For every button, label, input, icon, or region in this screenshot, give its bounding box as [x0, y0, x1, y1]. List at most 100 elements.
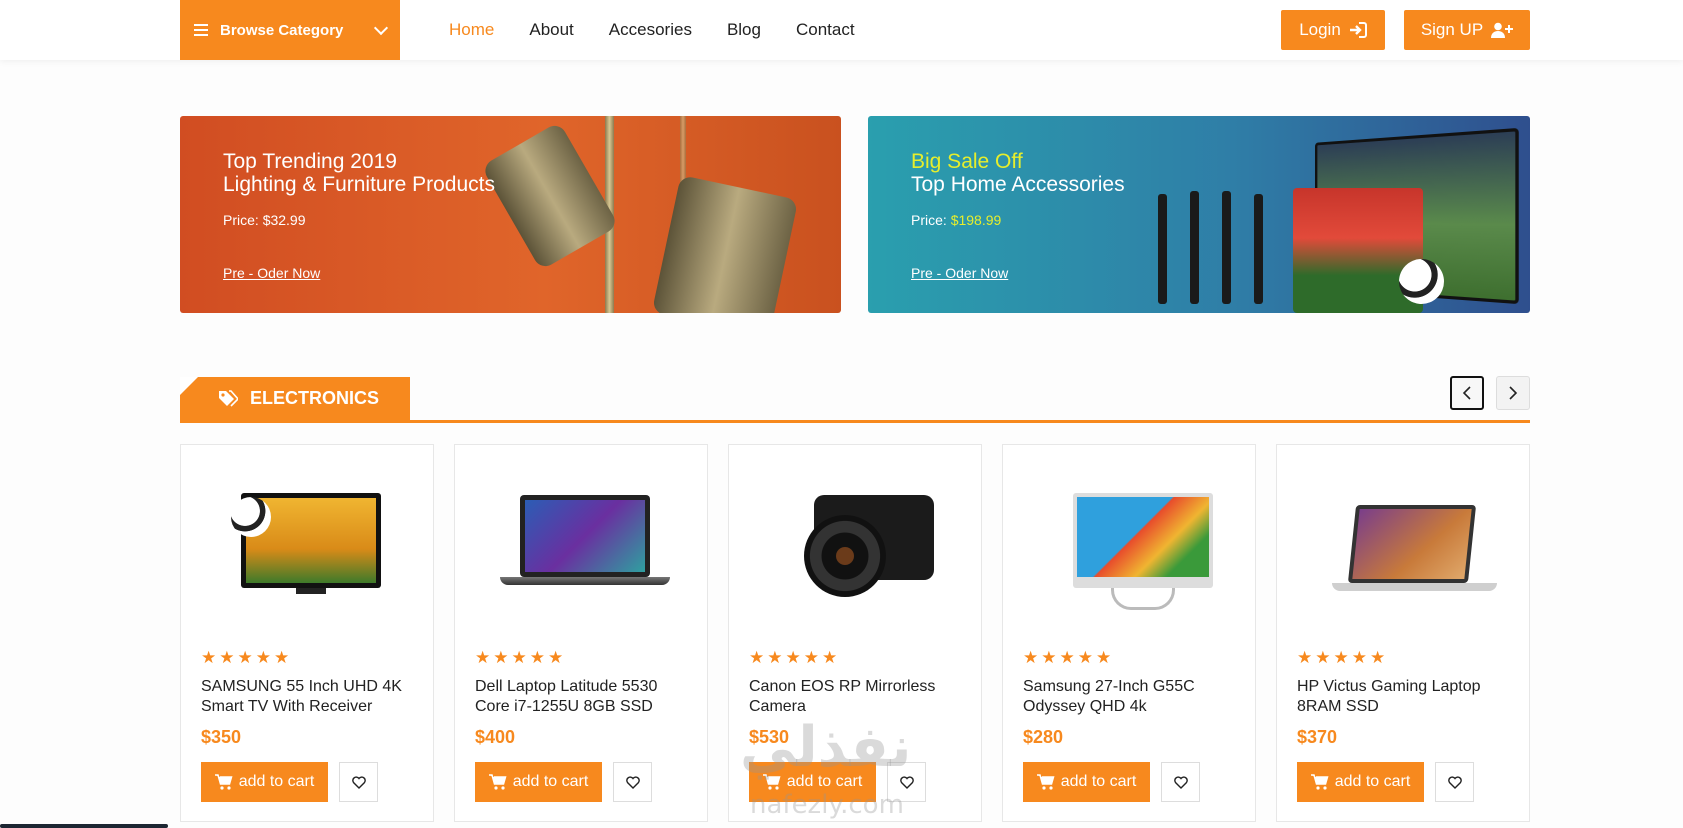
rating-stars: ★★★★★ [749, 648, 841, 667]
sign-in-icon [1349, 22, 1367, 38]
cart-icon [488, 774, 507, 790]
nav-accessories[interactable]: Accesories [609, 20, 692, 40]
banner-heading-2: Lighting & Furniture Products [223, 173, 495, 196]
product-price: $400 [475, 727, 516, 747]
nav-about[interactable]: About [529, 20, 573, 40]
signup-label: Sign UP [1420, 20, 1484, 39]
signup-button[interactable]: Sign UP [1404, 10, 1530, 50]
product-price: $370 [1297, 727, 1338, 747]
banner-price-value: $32.99 [262, 212, 306, 228]
heart-icon [1173, 775, 1188, 789]
product-price: $280 [1023, 727, 1064, 747]
product-name[interactable]: SAMSUNG 55 Inch UHD 4K Smart TV With Rec… [201, 677, 421, 717]
browse-category-button[interactable]: Browse Category [180, 0, 400, 60]
laptop-base [500, 577, 670, 585]
monitor-image [1073, 493, 1213, 588]
banner-heading-2: Top Home Accessories [911, 173, 1125, 196]
product-card[interactable]: ★★★★★ SAMSUNG 55 Inch UHD 4K Smart TV Wi… [180, 444, 434, 822]
banner-price-value: $198.99 [950, 212, 1002, 228]
tags-icon [219, 389, 238, 407]
preorder-link[interactable]: Pre - Oder Now [911, 265, 1008, 281]
add-to-cart-button[interactable]: add to cart [475, 762, 602, 802]
add-to-cart-label: add to cart [512, 773, 589, 790]
camera-lens [804, 515, 886, 597]
laptop-base [1332, 583, 1497, 591]
wishlist-button[interactable] [613, 762, 652, 802]
section-divider [180, 420, 1530, 423]
monitor-stand [1111, 588, 1175, 610]
tv-icon[interactable] [201, 475, 415, 615]
cart-icon [1310, 774, 1329, 790]
banner-heading-1: Big Sale Off [911, 150, 1023, 173]
tv-stand [296, 588, 326, 594]
login-label: Login [1299, 20, 1341, 39]
soccer-ball-image [231, 497, 271, 537]
tab-corner-fold [180, 377, 198, 395]
menu-icon [194, 21, 208, 39]
banner-heading-1: Top Trending 2019 [223, 150, 397, 173]
promo-banner-home-accessories[interactable]: Big Sale Off Top Home Accessories Price:… [868, 116, 1530, 313]
chevron-left-icon [1462, 386, 1471, 400]
product-price: $350 [201, 727, 242, 747]
add-to-cart-button[interactable]: add to cart [1297, 762, 1424, 802]
product-name[interactable]: HP Victus Gaming Laptop 8RAM SSD [1297, 677, 1517, 717]
top-header: Browse Category Home About Accesories Bl… [0, 0, 1683, 60]
banner-price: Price: $198.99 [911, 212, 1001, 228]
soccer-ball-image [1399, 259, 1444, 304]
product-card[interactable]: ★★★★★ Dell Laptop Latitude 5530 Core i7-… [454, 444, 708, 822]
nav-blog[interactable]: Blog [727, 20, 761, 40]
laptop-icon[interactable] [1297, 475, 1511, 615]
preorder-link[interactable]: Pre - Oder Now [223, 265, 320, 281]
add-to-cart-button[interactable]: add to cart [1023, 762, 1150, 802]
login-button[interactable]: Login [1281, 10, 1385, 50]
heart-icon [351, 775, 366, 789]
watermark: نفذلي [740, 715, 912, 780]
speaker-image [1158, 194, 1167, 304]
section-title: ELECTRONICS [250, 388, 380, 408]
chevron-down-icon [373, 20, 389, 35]
wishlist-button[interactable] [1161, 762, 1200, 802]
banner-price-label: Price: [911, 212, 947, 228]
product-card[interactable]: ★★★★★ HP Victus Gaming Laptop 8RAM SSD $… [1276, 444, 1530, 822]
laptop-image [1347, 505, 1477, 583]
banner-price-label: Price: [223, 212, 259, 228]
watermark-url: nafezly.com [750, 790, 904, 820]
heart-icon [1447, 775, 1462, 789]
main-nav: Home About Accesories Blog Contact [449, 0, 855, 60]
rating-stars: ★★★★★ [1023, 648, 1115, 667]
product-name[interactable]: Dell Laptop Latitude 5530 Core i7-1255U … [475, 677, 695, 717]
add-to-cart-button[interactable]: add to cart [201, 762, 328, 802]
banner-price: Price: $32.99 [223, 212, 306, 228]
speaker-image [1254, 194, 1263, 304]
rating-stars: ★★★★★ [1297, 648, 1389, 667]
carousel-prev-button[interactable] [1450, 376, 1484, 410]
cart-icon [1036, 774, 1055, 790]
wishlist-button[interactable] [1435, 762, 1474, 802]
nav-home[interactable]: Home [449, 20, 494, 40]
laptop-image [520, 495, 650, 577]
chevron-right-icon [1509, 386, 1518, 400]
browse-category-label: Browse Category [220, 21, 344, 39]
carousel-next-button[interactable] [1496, 376, 1530, 410]
product-name[interactable]: Samsung 27-Inch G55C Odyssey QHD 4k [1023, 677, 1243, 717]
horizontal-scrollbar[interactable] [0, 824, 168, 828]
lamp-shade-image [651, 175, 799, 313]
add-to-cart-label: add to cart [1060, 773, 1137, 790]
camera-icon[interactable] [749, 475, 963, 615]
laptop-icon[interactable] [475, 475, 689, 615]
add-to-cart-label: add to cart [1334, 773, 1411, 790]
product-name[interactable]: Canon EOS RP Mirrorless Camera [749, 677, 969, 717]
promo-banner-lighting[interactable]: Top Trending 2019 Lighting & Furniture P… [180, 116, 841, 313]
user-plus-icon [1491, 22, 1514, 38]
cart-icon [214, 774, 233, 790]
speaker-image [1190, 191, 1199, 304]
heart-icon [625, 775, 640, 789]
rating-stars: ★★★★★ [201, 648, 293, 667]
product-card[interactable]: ★★★★★ Samsung 27-Inch G55C Odyssey QHD 4… [1002, 444, 1256, 822]
speaker-image [1222, 191, 1231, 304]
nav-contact[interactable]: Contact [796, 20, 855, 40]
section-title-tab: ELECTRONICS [180, 377, 410, 420]
wishlist-button[interactable] [339, 762, 378, 802]
monitor-icon[interactable] [1023, 475, 1237, 615]
rating-stars: ★★★★★ [475, 648, 567, 667]
